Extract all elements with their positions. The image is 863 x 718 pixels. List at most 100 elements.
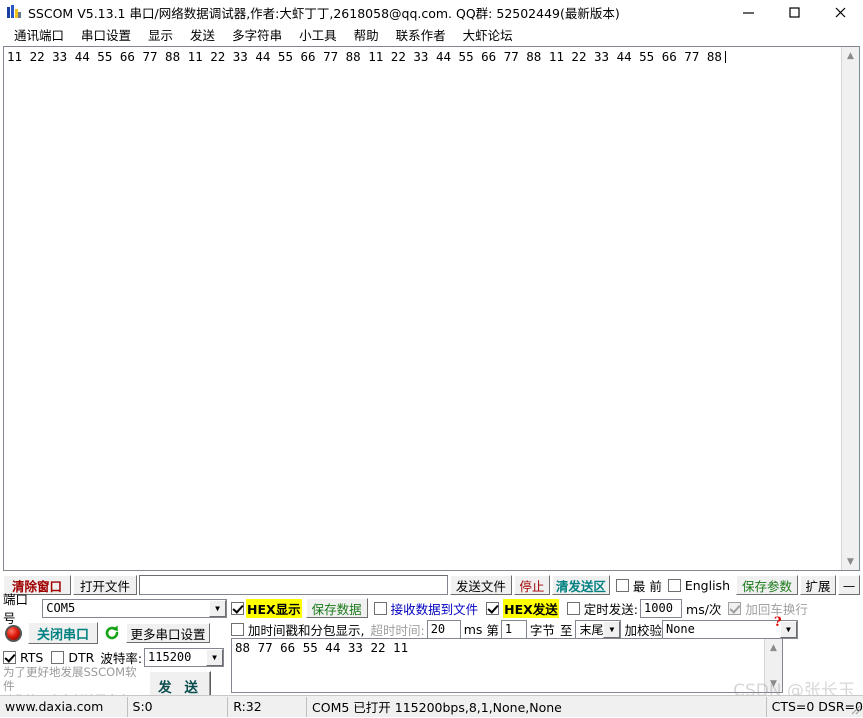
timeout-unit-label: ms <box>464 622 483 637</box>
send-options-panel: HEX显示 保存数据 接收数据到文件 HEX发送 定时发送: 1000 ms/次… <box>231 598 860 695</box>
chevron-down-icon[interactable]: ▼ <box>780 621 797 638</box>
menu-bar: 通讯端口 串口设置 显示 发送 多字符串 小工具 帮助 联系作者 大虾论坛 <box>0 24 863 46</box>
timed-send-interval-input[interactable]: 1000 <box>640 599 682 618</box>
rts-label: RTS <box>20 650 43 665</box>
text-caret <box>725 51 726 63</box>
menu-item-port-settings[interactable]: 串口设置 <box>73 23 140 46</box>
send-scrollbar[interactable]: ▲ ▼ <box>764 639 782 692</box>
chevron-down-icon[interactable]: ▼ <box>206 649 223 666</box>
receive-text: 11 22 33 44 55 66 77 88 11 22 33 44 55 6… <box>7 49 722 64</box>
maximize-button[interactable] <box>771 0 817 24</box>
chevron-down-icon[interactable]: ▼ <box>765 675 782 692</box>
options-row-timestamp: 加时间戳和分包显示, 超时时间: 20 ms 第 1 字节 至 末尾 ▼ 加校验… <box>231 619 860 639</box>
save-data-button[interactable]: 保存数据 <box>306 598 368 618</box>
chevron-down-icon[interactable]: ▼ <box>209 600 226 617</box>
baud-rate-value: 115200 <box>145 650 206 664</box>
menu-item-send[interactable]: 发送 <box>182 23 224 46</box>
dtr-label: DTR <box>68 650 94 665</box>
port-select[interactable]: COM5 ▼ <box>42 599 227 618</box>
bottom-panel: 端口号 COM5 ▼ 关闭串口 更多串口设置 RTS DTR 波特率: <box>3 598 860 695</box>
status-port-info: COM5 已打开 115200bps,8,1,None,None <box>307 697 767 717</box>
receive-scrollbar[interactable]: ▲ ▼ <box>841 47 859 570</box>
menu-item-help[interactable]: 帮助 <box>346 23 388 46</box>
close-port-button[interactable]: 关闭串口 <box>28 622 98 644</box>
file-path-input[interactable] <box>139 575 448 595</box>
chevron-up-icon[interactable]: ▲ <box>842 47 859 64</box>
byte-end-select[interactable]: 末尾 ▼ <box>575 620 621 639</box>
byte-index-input[interactable]: 1 <box>501 620 527 639</box>
send-text-content[interactable]: 88 77 66 55 44 33 22 11 <box>232 639 764 692</box>
title-bar: SSCOM V5.13.1 串口/网络数据调试器,作者:大虾丁丁,2618058… <box>0 0 863 24</box>
timed-send-unit-label: ms/次 <box>686 599 721 618</box>
main-toolbar: 清除窗口 打开文件 发送文件 停止 清发送区 最 前 English 保存参数 … <box>3 574 860 596</box>
timed-send-label: 定时发送: <box>584 599 638 618</box>
menu-item-display[interactable]: 显示 <box>140 23 182 46</box>
hex-display-label: HEX显示 <box>246 599 302 618</box>
crlf-checkbox <box>728 602 741 615</box>
chevron-down-icon[interactable]: ▼ <box>842 553 859 570</box>
port-select-value: COM5 <box>43 601 209 615</box>
baud-rate-select[interactable]: 115200 ▼ <box>144 648 224 667</box>
byte-label: 字节 <box>530 620 555 639</box>
byte-end-value: 末尾 <box>576 621 603 638</box>
window-controls <box>725 0 863 24</box>
send-data-area[interactable]: 88 77 66 55 44 33 22 11 ▲ ▼ <box>231 638 783 693</box>
status-bar: www.daxia.com S:0 R:32 COM5 已打开 115200bp… <box>0 695 863 717</box>
timestamp-checkbox[interactable] <box>231 623 244 636</box>
sscom-logo-icon <box>6 4 22 20</box>
close-button[interactable] <box>817 0 863 24</box>
port-number-row: 端口号 COM5 ▼ <box>3 598 227 618</box>
hex-send-checkbox[interactable] <box>486 602 499 615</box>
hex-send-label: HEX发送 <box>503 599 559 618</box>
open-file-button[interactable]: 打开文件 <box>73 575 137 595</box>
timeout-input[interactable]: 20 <box>427 620 461 639</box>
menu-item-multi-string[interactable]: 多字符串 <box>224 23 291 46</box>
port-open-row: 关闭串口 更多串口设置 <box>3 620 227 646</box>
window-title: SSCOM V5.13.1 串口/网络数据调试器,作者:大虾丁丁,2618058… <box>28 3 620 22</box>
send-file-button[interactable]: 发送文件 <box>450 575 512 595</box>
topmost-label: 最 前 <box>633 576 662 595</box>
menu-item-comm-port[interactable]: 通讯端口 <box>6 23 73 46</box>
menu-item-contact-author[interactable]: 联系作者 <box>388 23 455 46</box>
rts-checkbox[interactable] <box>3 651 16 664</box>
topmost-checkbox-box[interactable] <box>616 579 629 592</box>
checksum-label: 加校验 <box>624 620 662 639</box>
expand-button[interactable]: 扩展 <box>800 575 836 595</box>
hex-display-checkbox[interactable] <box>231 602 244 615</box>
english-label: English <box>685 578 730 593</box>
timeout-label: 超时时间: <box>370 620 424 639</box>
stop-button[interactable]: 停止 <box>514 575 550 595</box>
minimize-button[interactable] <box>725 0 771 24</box>
english-checkbox-box[interactable] <box>668 579 681 592</box>
port-settings-panel: 端口号 COM5 ▼ 关闭串口 更多串口设置 RTS DTR 波特率: <box>3 598 227 695</box>
baud-rate-label: 波特率: <box>100 648 142 667</box>
byte-to-label: 至 <box>560 620 573 639</box>
status-sent-count: S:0 <box>128 697 229 717</box>
recv-to-file-label: 接收数据到文件 <box>391 599 479 618</box>
timestamp-label: 加时间戳和分包显示, <box>248 620 364 639</box>
more-port-settings-button[interactable]: 更多串口设置 <box>126 623 210 643</box>
clear-send-area-button[interactable]: 清发送区 <box>552 575 610 595</box>
refresh-icon[interactable] <box>103 624 121 642</box>
checksum-value: None <box>663 622 780 636</box>
chevron-up-icon[interactable]: ▲ <box>765 639 782 656</box>
menu-item-tools[interactable]: 小工具 <box>291 23 346 46</box>
save-params-button[interactable]: 保存参数 <box>736 575 798 595</box>
menu-item-forum[interactable]: 大虾论坛 <box>455 23 522 46</box>
status-received-count: R:32 <box>228 697 307 717</box>
status-website[interactable]: www.daxia.com <box>0 697 128 717</box>
options-row-hex-display: HEX显示 保存数据 接收数据到文件 HEX发送 定时发送: 1000 ms/次… <box>231 598 860 618</box>
dtr-checkbox[interactable] <box>51 651 64 664</box>
help-marker-icon[interactable]: ? <box>774 615 782 630</box>
topmost-checkbox[interactable]: 最 前 <box>616 576 662 595</box>
timed-send-checkbox[interactable] <box>567 602 580 615</box>
flow-control-row: RTS DTR 波特率: 115200 ▼ <box>3 647 227 667</box>
english-checkbox[interactable]: English <box>668 578 730 593</box>
recv-to-file-checkbox[interactable] <box>374 602 387 615</box>
port-status-led <box>5 625 22 642</box>
resize-grip-icon[interactable] <box>849 703 861 715</box>
chevron-down-icon[interactable]: ▼ <box>603 621 620 638</box>
receive-text-content[interactable]: 11 22 33 44 55 66 77 88 11 22 33 44 55 6… <box>4 47 841 570</box>
receive-data-area[interactable]: 11 22 33 44 55 66 77 88 11 22 33 44 55 6… <box>3 46 860 571</box>
collapse-button[interactable]: — <box>838 575 860 595</box>
